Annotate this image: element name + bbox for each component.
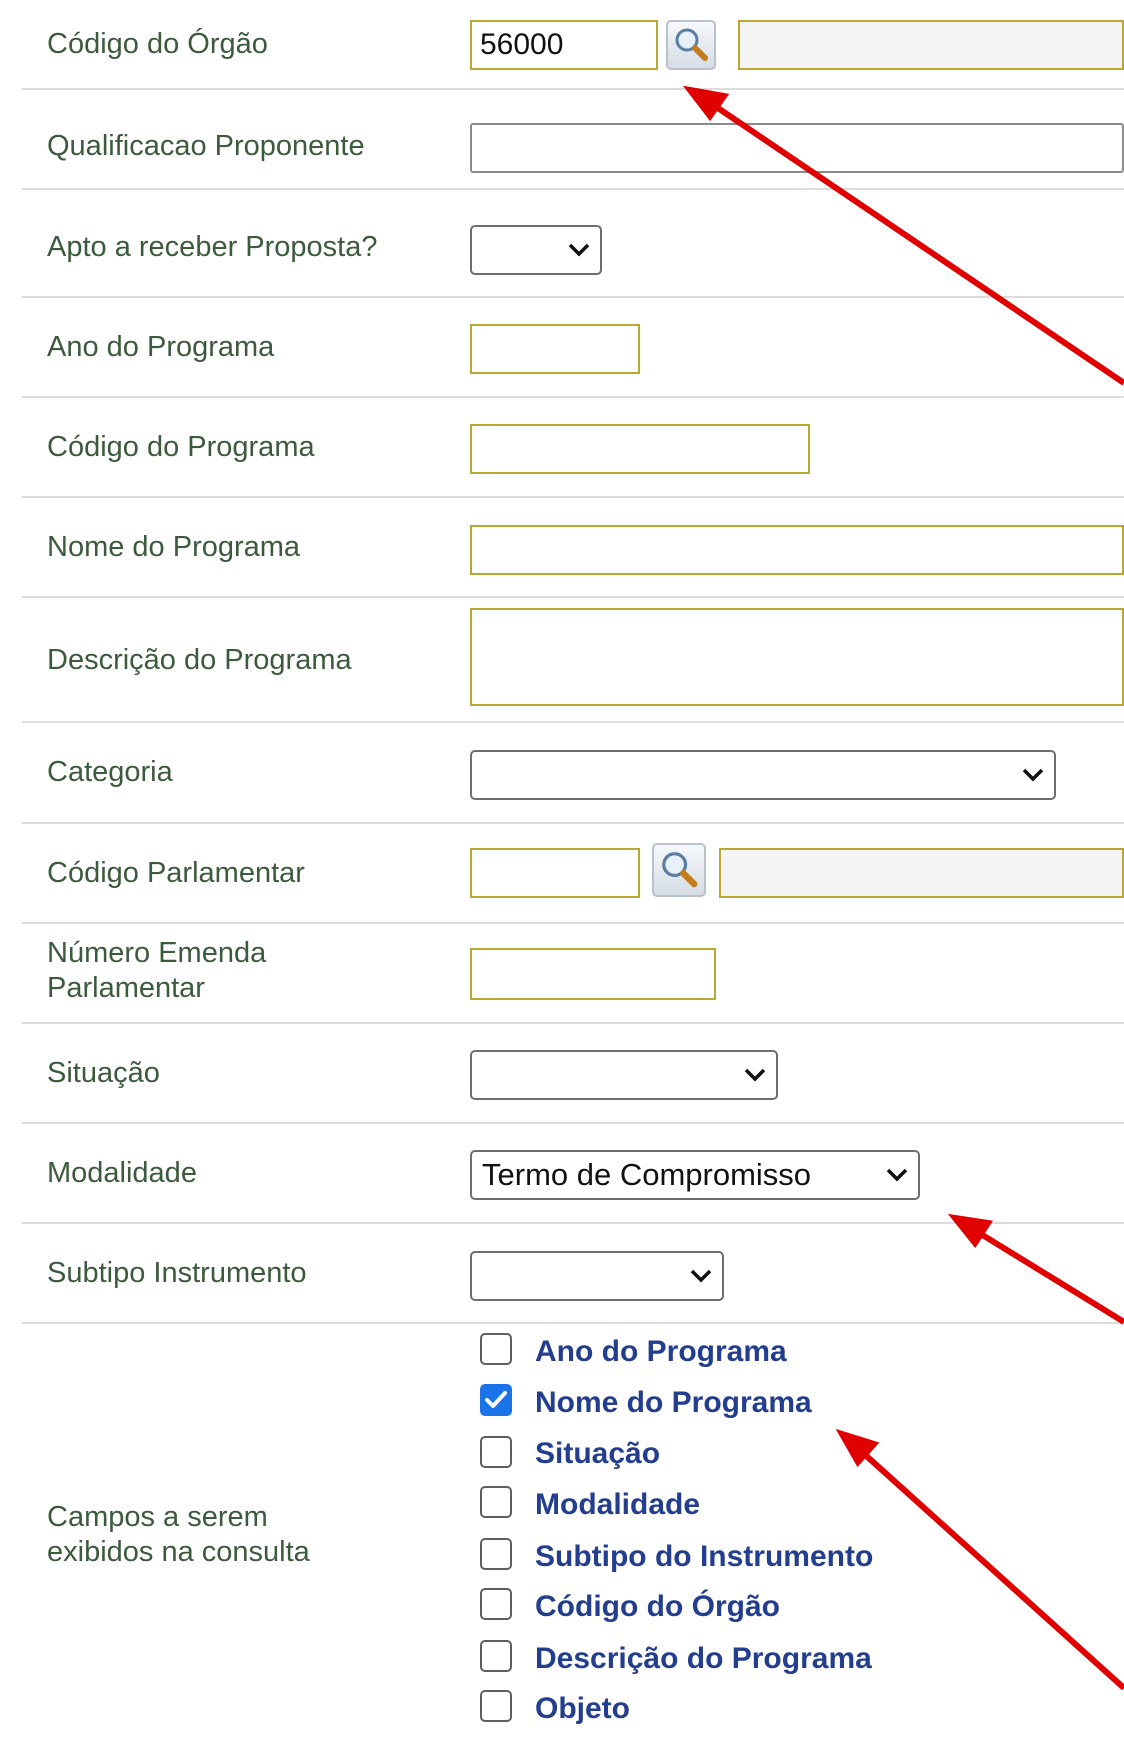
row-separator: [22, 721, 1124, 723]
checkbox-label[interactable]: Ano do Programa: [535, 1334, 787, 1370]
modalidade-label: Modalidade: [47, 1157, 197, 1189]
descricao-programa-label: Descrição do Programa: [47, 644, 352, 676]
checkbox-codigo-orgao[interactable]: [480, 1588, 512, 1620]
annotation-arrow: [859, 1449, 1124, 1691]
categoria-select[interactable]: [470, 750, 1056, 800]
checkbox-label[interactable]: Descrição do Programa: [535, 1641, 872, 1677]
row-separator: [22, 188, 1124, 190]
emenda-label: Número Emenda Parlamentar: [47, 937, 267, 1004]
annotation-arrow: [974, 1228, 1124, 1325]
checkbox-label[interactable]: Objeto: [535, 1691, 630, 1727]
qualificacao-label: Qualificacao Proponente: [47, 130, 365, 162]
qualificacao-input[interactable]: [470, 123, 1124, 173]
row-separator: [22, 1322, 1124, 1324]
checkbox-label[interactable]: Situação: [535, 1436, 660, 1472]
codigo-programa-input[interactable]: [470, 424, 810, 474]
modalidade-select[interactable]: Termo de Compromisso: [470, 1150, 920, 1200]
checkbox-label[interactable]: Código do Órgão: [535, 1589, 780, 1625]
checkbox-label[interactable]: Nome do Programa: [535, 1385, 812, 1421]
codigo-programa-label: Código do Programa: [47, 431, 315, 463]
checkbox-nome-programa[interactable]: [480, 1384, 512, 1416]
row-separator: [22, 88, 1124, 90]
checkbox-label[interactable]: Subtipo do Instrumento: [535, 1539, 873, 1575]
checkbox-ano-programa[interactable]: [480, 1333, 512, 1365]
emenda-input[interactable]: [470, 948, 716, 1000]
descricao-programa-textarea[interactable]: [470, 608, 1124, 706]
checkmark-icon: [485, 1391, 507, 1408]
situacao-label: Situação: [47, 1057, 160, 1089]
apto-label: Apto a receber Proposta?: [47, 231, 378, 263]
row-separator: [22, 1122, 1124, 1124]
row-separator: [22, 596, 1124, 598]
modalidade-select-value: Termo de Compromisso: [482, 1157, 812, 1192]
annotation-arrowhead: [682, 85, 730, 122]
chevron-down-icon: [568, 243, 590, 257]
row-separator: [22, 496, 1124, 498]
checkbox-subtipo-instrumento[interactable]: [480, 1538, 512, 1570]
chevron-down-icon: [744, 1068, 766, 1082]
checkbox-label[interactable]: Modalidade: [535, 1487, 700, 1523]
row-separator: [22, 1222, 1124, 1224]
chevron-down-icon: [1022, 768, 1044, 782]
subtipo-select[interactable]: [470, 1251, 724, 1301]
checkbox-situacao[interactable]: [480, 1436, 512, 1468]
parlamentar-lookup-button[interactable]: [652, 843, 706, 897]
nome-programa-input[interactable]: [470, 525, 1124, 575]
chevron-down-icon: [690, 1269, 712, 1283]
subtipo-label: Subtipo Instrumento: [47, 1257, 307, 1289]
checkbox-modalidade[interactable]: [480, 1486, 512, 1518]
orgao-name-field: [738, 20, 1124, 70]
apto-select[interactable]: [470, 225, 602, 275]
nome-programa-label: Nome do Programa: [47, 531, 301, 563]
parlamentar-label: Código Parlamentar: [47, 857, 305, 889]
parlamentar-name-field: [719, 848, 1124, 898]
row-separator: [22, 396, 1124, 398]
row-separator: [22, 822, 1124, 824]
ano-label: Ano do Programa: [47, 331, 275, 363]
chevron-down-icon: [886, 1168, 908, 1182]
orgao-code-input[interactable]: [470, 20, 658, 70]
checkbox-descricao-programa[interactable]: [480, 1640, 512, 1672]
row-separator: [22, 1022, 1124, 1024]
row-separator: [22, 922, 1124, 924]
ano-input[interactable]: [470, 324, 640, 374]
orgao-label: Código do Órgão: [47, 28, 268, 60]
annotation-arrowhead: [835, 1428, 880, 1468]
situacao-select[interactable]: [470, 1050, 778, 1100]
parlamentar-code-input[interactable]: [470, 848, 640, 898]
campos-label: Campos a serem exibidos na consulta: [47, 1501, 310, 1568]
magnifier-icon: [675, 28, 708, 61]
orgao-lookup-button[interactable]: [666, 20, 716, 70]
categoria-label: Categoria: [47, 756, 173, 788]
magnifier-icon: [662, 852, 698, 888]
checkbox-objeto[interactable]: [480, 1690, 512, 1722]
row-separator: [22, 296, 1124, 298]
